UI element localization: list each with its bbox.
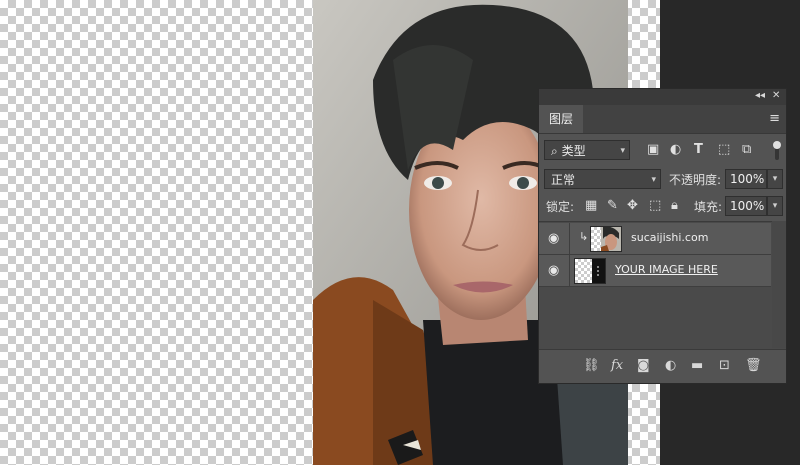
layers-panel: ◂◂ ✕ 图层 ≡ ⌕ 类型 ▾ ▣ ◐ T ⬚ ⧉ 正常 ▾ 不透明度: 10… (538, 88, 787, 384)
add-mask-icon[interactable]: ◙ (637, 358, 650, 373)
chevron-down-icon: ▾ (620, 146, 625, 156)
blend-row: 正常 ▾ 不透明度: 100% ▾ (539, 168, 786, 190)
filter-kind-label: 类型 (561, 144, 586, 158)
layers-bottom-toolbar: ⛓︎ fx ◙ ◐ ▬ ⊡ 🗑︎ (539, 349, 786, 383)
opacity-label: 不透明度: (669, 173, 722, 187)
filter-toggle[interactable] (773, 141, 781, 149)
opacity-input[interactable]: 100% (725, 169, 767, 189)
lock-all-icon[interactable]: 🔒︎ (671, 198, 678, 213)
new-group-icon[interactable]: ▬ (691, 358, 703, 373)
opacity-slider-toggle[interactable]: ▾ (767, 169, 783, 189)
layers-list: ◉ ↳ sucaijishi.com ◉ YOUR IMAGE HERE (539, 221, 786, 349)
adjustment-layer-icon[interactable]: ◐ (665, 358, 676, 373)
lock-transparent-pixels-icon[interactable]: ▦ (585, 198, 597, 213)
trash-icon[interactable]: 🗑︎ (745, 358, 762, 373)
blend-mode-value: 正常 (551, 173, 576, 187)
eye-icon[interactable]: ◉ (548, 263, 559, 278)
fill-slider-toggle[interactable]: ▾ (767, 196, 783, 216)
lock-label: 锁定: (546, 200, 575, 214)
tab-layers[interactable]: 图层 (539, 105, 584, 133)
search-icon: ⌕ (551, 144, 558, 158)
layer-row[interactable]: ◉ YOUR IMAGE HERE (539, 255, 771, 287)
lock-row: 锁定: ▦ ✎ ✥ ⬚ 🔒︎ 填充: 100% ▾ (539, 195, 786, 217)
hamburger-menu-icon[interactable]: ≡ (769, 111, 780, 126)
lock-artboard-icon[interactable]: ⬚ (649, 198, 661, 213)
fill-input[interactable]: 100% (725, 196, 767, 216)
adjustment-filter-icon[interactable]: ◐ (670, 142, 681, 157)
layer-name[interactable]: YOUR IMAGE HERE (615, 263, 718, 276)
shape-filter-icon[interactable]: ⬚ (718, 142, 730, 157)
close-icon[interactable]: ✕ (772, 90, 780, 101)
panel-title-bar: ◂◂ ✕ (539, 89, 786, 105)
link-layers-icon[interactable]: ⛓︎ (583, 358, 600, 373)
layer-thumbnail (590, 226, 622, 252)
fill-label: 填充: (694, 200, 723, 214)
fx-icon[interactable]: fx (611, 358, 623, 373)
lock-position-icon[interactable]: ✥ (627, 198, 638, 213)
divider (569, 255, 570, 286)
clipping-mask-arrow-icon: ↳ (579, 230, 589, 243)
layer-row[interactable]: ◉ ↳ sucaijishi.com (539, 223, 771, 255)
double-chevron-left-icon[interactable]: ◂◂ (755, 90, 765, 101)
layers-scrollbar[interactable] (772, 221, 786, 348)
type-filter-icon[interactable]: T (694, 142, 703, 157)
eye-icon[interactable]: ◉ (548, 231, 559, 246)
new-layer-icon[interactable]: ⊡ (719, 358, 730, 373)
chevron-down-icon: ▾ (651, 175, 656, 185)
panel-tab-bar: 图层 ≡ (539, 105, 786, 134)
layer-thumbnail (574, 258, 606, 284)
filter-row: ⌕ 类型 ▾ ▣ ◐ T ⬚ ⧉ (539, 138, 786, 162)
blend-mode-dropdown[interactable]: 正常 ▾ (544, 169, 661, 189)
smart-object-filter-icon[interactable]: ⧉ (742, 142, 751, 157)
lock-image-pixels-icon[interactable]: ✎ (607, 198, 618, 213)
layer-name[interactable]: sucaijishi.com (631, 231, 708, 244)
divider (569, 223, 570, 254)
filter-kind-dropdown[interactable]: ⌕ 类型 ▾ (544, 140, 630, 160)
image-filter-icon[interactable]: ▣ (647, 142, 659, 157)
